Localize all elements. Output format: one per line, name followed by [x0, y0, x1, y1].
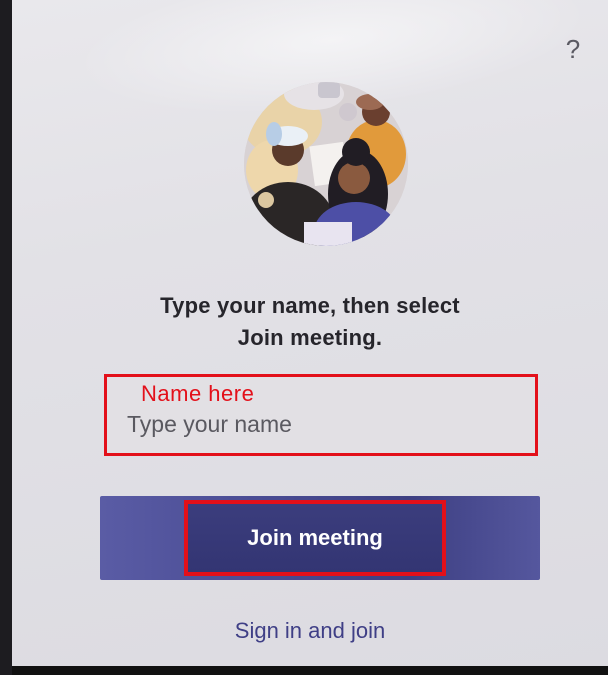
instruction-line-2: Join meeting. — [237, 325, 383, 350]
device-bezel-bottom — [12, 666, 608, 675]
sign-in-and-join-link[interactable]: Sign in and join — [12, 618, 608, 644]
people-meeting-illustration — [244, 82, 408, 246]
name-field-container[interactable]: Name here — [104, 374, 538, 456]
name-input[interactable] — [127, 407, 527, 441]
join-screen: ? Type your name, then select Join meeti… — [12, 0, 608, 675]
name-annotation-label: Name here — [141, 381, 255, 406]
question-mark-icon[interactable]: ? — [562, 34, 584, 64]
instruction-text: Type your name, then select Join meeting… — [12, 290, 608, 354]
instruction-line-1: Type your name, then select — [160, 293, 460, 318]
join-meeting-button[interactable]: Join meeting — [184, 500, 446, 576]
